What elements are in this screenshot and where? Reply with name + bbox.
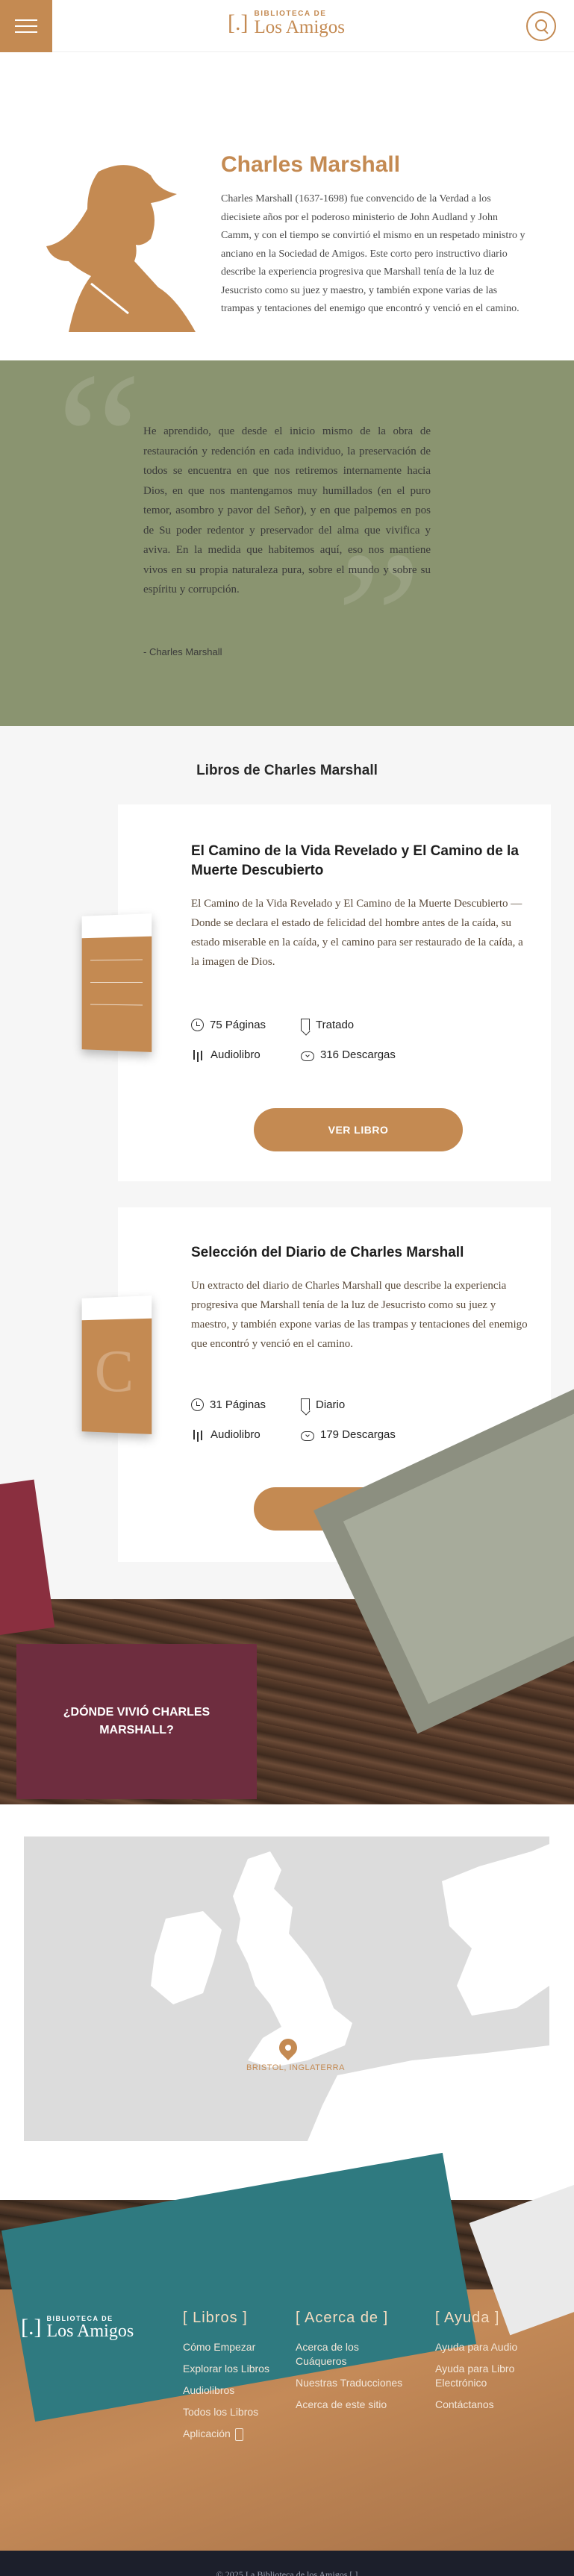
clock-icon — [191, 1398, 204, 1411]
cover-rule — [90, 981, 143, 983]
view-book-button[interactable]: VER LIBRO — [254, 1108, 463, 1151]
audio-icon — [191, 1048, 205, 1061]
book-type: Diario — [301, 1398, 345, 1411]
book-type-label: Diario — [316, 1398, 346, 1411]
footer-column-acerca: [ Acerca de ] Acerca de los Cuáqueros Nu… — [296, 2310, 408, 2419]
logo-mark: [.] — [228, 10, 249, 35]
logo-title: Los Amigos — [254, 17, 346, 37]
footer-heading: [ Acerca de ] — [296, 2310, 389, 2326]
book-downloads: 179 Descargas — [301, 1428, 396, 1441]
book-type: Tratado — [301, 1019, 354, 1031]
footer-link[interactable]: Ayuda para Libro Electrónico — [435, 2362, 547, 2390]
site-header: [.] BIBLIOTECA DE Los Amigos — [0, 0, 574, 52]
book-audio-label: Audiolibro — [210, 1048, 261, 1061]
quote-open-icon: “ — [56, 333, 143, 548]
book-downloads-label: 316 Descargas — [320, 1048, 396, 1061]
footer-link[interactable]: Cómo Empezar — [183, 2340, 280, 2354]
book-cover[interactable] — [81, 913, 152, 1052]
book-description: El Camino de la Vida Revelado y El Camin… — [191, 898, 523, 968]
footer-heading: [ Ayuda ] — [435, 2310, 500, 2326]
footer-heading: [ Libros ] — [183, 2310, 248, 2326]
copyright: © 2025 La Biblioteca de los Amigos [.] — [0, 2551, 574, 2576]
author-bio: Charles Marshall (1637-1698) fue convenc… — [221, 193, 525, 314]
book-pages-label: 75 Páginas — [210, 1019, 266, 1031]
footer-link[interactable]: Explorar los Libros — [183, 2362, 280, 2376]
bookmark-icon — [301, 1019, 310, 1031]
book-pages-label: 31 Páginas — [210, 1398, 266, 1411]
book-downloads: 316 Descargas — [301, 1048, 396, 1061]
menu-icon-bar — [15, 25, 37, 27]
book-audio[interactable]: Audiolibro — [191, 1048, 261, 1061]
books-section-title: Libros de Charles Marshall — [196, 763, 378, 778]
location-map[interactable] — [24, 1836, 549, 2141]
book-description: Un extracto del diario de Charles Marsha… — [191, 1280, 528, 1350]
logo-mark: [.] — [21, 2315, 42, 2339]
book-pages: 75 Páginas — [191, 1019, 266, 1031]
cover-rule — [90, 1004, 143, 1006]
quote-text: He aprendido, que desde el inicio mismo … — [143, 425, 431, 595]
book-pages: 31 Páginas — [191, 1398, 266, 1411]
footer-column-ayuda: [ Ayuda ] Ayuda para Audio Ayuda para Li… — [435, 2310, 547, 2419]
menu-button[interactable] — [0, 0, 52, 52]
book-title[interactable]: Selección del Diario de Charles Marshall — [191, 1243, 520, 1263]
book-title[interactable]: El Camino de la Vida Revelado y El Camin… — [191, 842, 520, 881]
site-logo[interactable]: [.] BIBLIOTECA DE Los Amigos — [228, 10, 345, 37]
footer-link[interactable]: Acerca de los Cuáqueros — [296, 2340, 408, 2369]
search-icon[interactable] — [526, 11, 556, 41]
footer-link[interactable]: Acerca de este sitio — [296, 2398, 408, 2412]
author-silhouette-icon — [46, 165, 196, 332]
menu-icon — [15, 19, 37, 21]
quote-attribution: - Charles Marshall — [143, 646, 222, 657]
bookmark-icon — [301, 1398, 310, 1411]
author-section: Charles Marshall Charles Marshall (1637-… — [0, 52, 574, 360]
cover-header — [81, 913, 152, 939]
map-pin-label: BRISTOL, INGLATERRA — [246, 2063, 345, 2072]
footer-link[interactable]: Contáctanos — [435, 2398, 547, 2412]
map-graphic — [151, 1844, 549, 2141]
footer-link[interactable]: Ayuda para Audio — [435, 2340, 547, 2354]
cloud-download-icon — [301, 1051, 314, 1061]
book-audio[interactable]: Audiolibro — [191, 1428, 261, 1441]
phone-icon — [234, 2427, 243, 2441]
author-name: Charles Marshall — [221, 152, 401, 177]
cloud-download-icon — [301, 1431, 314, 1441]
book-type-label: Tratado — [316, 1019, 355, 1031]
menu-icon-bar — [15, 31, 37, 33]
footer-link-label: Aplicación — [183, 2427, 231, 2439]
location-question: ¿DÓNDE VIVIÓ CHARLES MARSHALL? — [16, 1644, 257, 1799]
footer-link-app[interactable]: Aplicación — [183, 2427, 280, 2441]
clock-icon — [191, 1019, 204, 1031]
cover-rule — [90, 959, 143, 961]
audio-icon — [191, 1428, 205, 1441]
footer-link[interactable]: Todos los Libros — [183, 2405, 280, 2419]
footer-link[interactable]: Nuestras Traducciones — [296, 2376, 408, 2390]
cover-monogram: C — [94, 1338, 134, 1405]
book-cover[interactable]: C — [81, 1295, 152, 1434]
footer-link[interactable]: Audiolibros — [183, 2383, 280, 2398]
book-downloads-label: 179 Descargas — [320, 1428, 396, 1441]
book-audio-label: Audiolibro — [210, 1428, 261, 1441]
footer-column-libros: [ Libros ] Cómo Empezar Explorar los Lib… — [183, 2310, 280, 2448]
footer-logo[interactable]: [.] BIBLIOTECA DE Los Amigos — [21, 2315, 134, 2340]
logo-title: Los Amigos — [46, 2322, 134, 2341]
cover-header — [81, 1295, 152, 1321]
